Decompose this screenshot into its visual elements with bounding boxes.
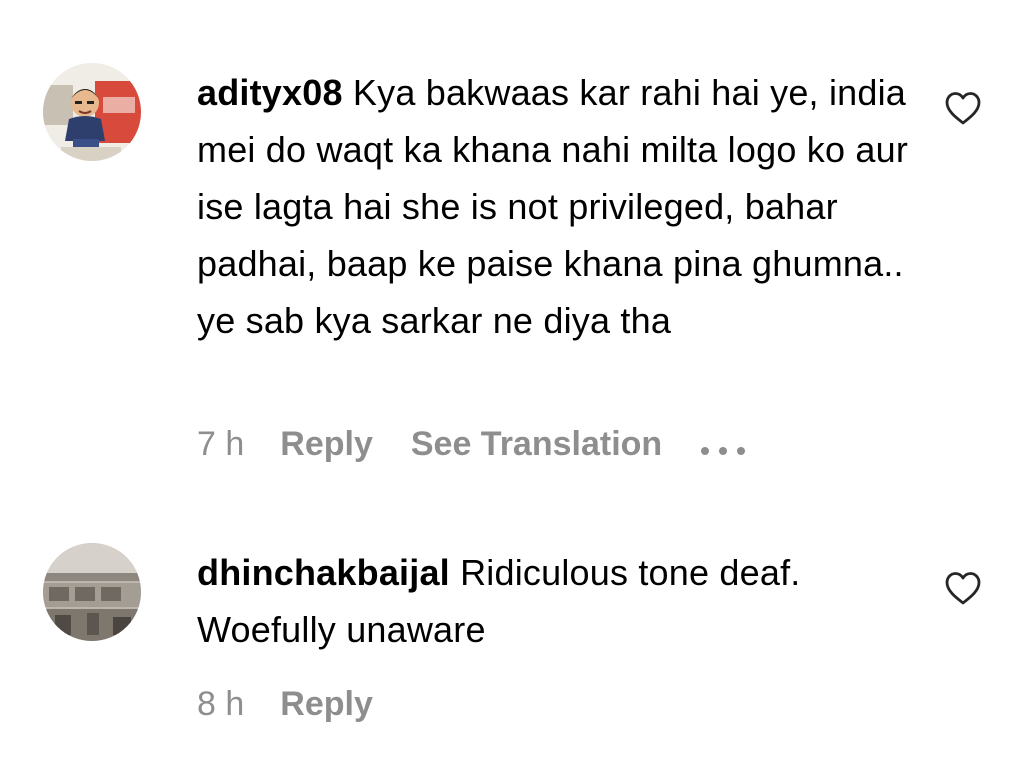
comment-meta: 7 h Reply See Translation: [197, 424, 746, 464]
comment-content: adityx08 Kya bakwaas kar rahi hai ye, in…: [197, 64, 917, 349]
user-avatar[interactable]: [43, 63, 141, 161]
avatar-image-icon: [43, 543, 141, 641]
comment-content: dhinchakbaijal Ridiculous tone deaf. Woe…: [197, 544, 917, 658]
heart-outline-icon[interactable]: [944, 90, 982, 126]
comment-username[interactable]: adityx08: [197, 72, 343, 113]
see-translation-button[interactable]: See Translation: [411, 425, 662, 463]
reply-button[interactable]: Reply: [280, 425, 373, 463]
comment-meta: 8 h Reply: [197, 684, 411, 724]
more-options-icon[interactable]: [700, 426, 746, 466]
comment-username[interactable]: dhinchakbaijal: [197, 552, 450, 593]
avatar-image-icon: [43, 63, 141, 161]
reply-button[interactable]: Reply: [280, 685, 373, 723]
heart-outline-icon[interactable]: [944, 570, 982, 606]
user-avatar[interactable]: [43, 543, 141, 641]
comment-timestamp: 7 h: [197, 425, 245, 463]
comment-timestamp: 8 h: [197, 685, 245, 723]
